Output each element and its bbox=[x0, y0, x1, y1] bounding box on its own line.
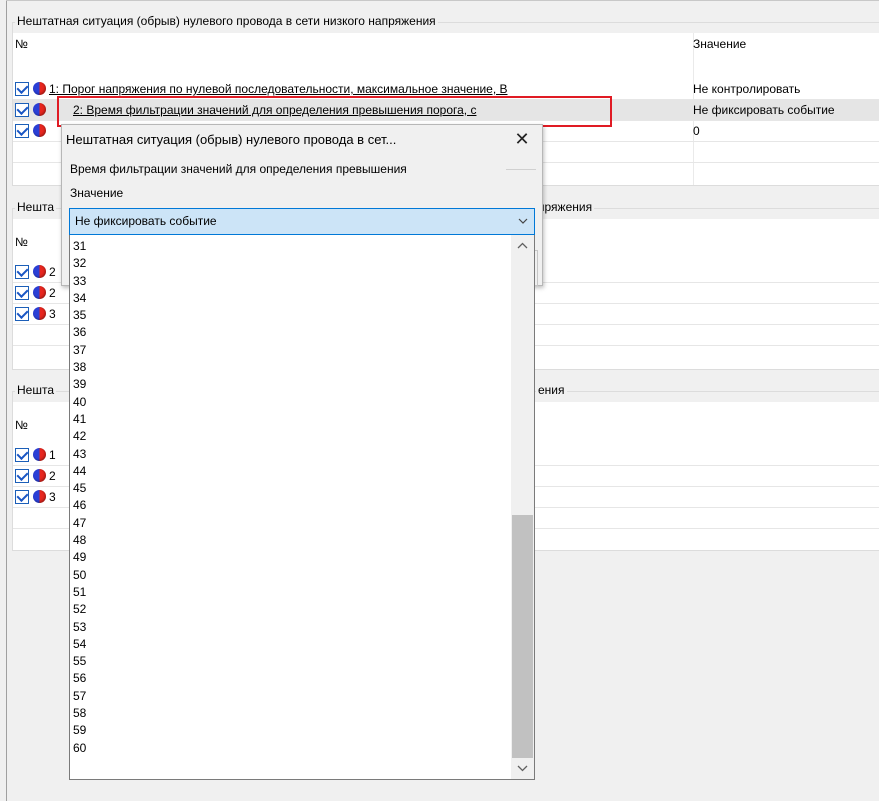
subtitle-divider bbox=[506, 169, 536, 170]
checkbox-checked-icon[interactable] bbox=[15, 265, 29, 279]
dropdown-option[interactable]: 54 bbox=[70, 636, 86, 653]
red-blue-ball-icon bbox=[33, 103, 46, 116]
selected-value: Не фиксировать событие bbox=[75, 214, 217, 228]
dropdown-option[interactable]: 42 bbox=[70, 428, 86, 445]
panel-title-end: ения bbox=[536, 383, 567, 397]
dropdown-option[interactable]: 37 bbox=[70, 342, 86, 359]
scrollbar[interactable] bbox=[511, 235, 534, 779]
dropdown-option[interactable]: 55 bbox=[70, 653, 86, 670]
red-blue-ball-icon bbox=[33, 469, 46, 482]
checkbox-checked-icon[interactable] bbox=[15, 307, 29, 321]
row-label[interactable]: 3 bbox=[49, 307, 56, 321]
red-blue-ball-icon bbox=[33, 124, 46, 137]
checkbox-checked-icon[interactable] bbox=[15, 469, 29, 483]
dropdown-option[interactable]: 50 bbox=[70, 567, 86, 584]
row-label[interactable]: 1 bbox=[49, 448, 56, 462]
dropdown-option[interactable]: 46 bbox=[70, 497, 86, 514]
red-blue-ball-icon bbox=[33, 307, 46, 320]
dropdown-option[interactable]: 31 bbox=[70, 238, 86, 255]
col-header-number: № bbox=[15, 235, 28, 249]
window-top-border bbox=[6, 0, 879, 1]
scroll-up-icon[interactable] bbox=[511, 237, 534, 255]
chevron-down-icon[interactable] bbox=[516, 212, 530, 230]
dropdown-option[interactable]: 48 bbox=[70, 532, 86, 549]
red-blue-ball-icon bbox=[33, 286, 46, 299]
dropdown-option[interactable]: 40 bbox=[70, 394, 86, 411]
checkbox-checked-icon[interactable] bbox=[15, 103, 29, 117]
popup-subtitle: Время фильтрации значений для определени… bbox=[70, 162, 407, 176]
dropdown-option[interactable]: 45 bbox=[70, 480, 86, 497]
red-blue-ball-icon bbox=[33, 265, 46, 278]
dropdown-option[interactable]: 36 bbox=[70, 324, 86, 341]
popup-title: Нештатная ситуация (обрыв) нулевого пров… bbox=[66, 132, 397, 147]
checkbox-checked-icon[interactable] bbox=[15, 286, 29, 300]
window-left-border bbox=[6, 0, 7, 801]
col-header-number: № bbox=[15, 37, 28, 51]
checkbox-checked-icon[interactable] bbox=[15, 124, 29, 138]
dropdown-option[interactable]: 33 bbox=[70, 273, 86, 290]
checkbox-checked-icon[interactable] bbox=[15, 82, 29, 96]
close-icon[interactable]: ✕ bbox=[510, 127, 534, 151]
col-header-value: Значение bbox=[693, 37, 747, 51]
dropdown-option[interactable]: 57 bbox=[70, 688, 86, 705]
options-dropdown[interactable]: 31 32 33 34 35 36 37 38 39 40 41 42 43 44 45 46 47 48 49 50… bbox=[69, 235, 535, 780]
scroll-thumb[interactable] bbox=[512, 515, 533, 758]
dropdown-option[interactable]: 59 bbox=[70, 722, 86, 739]
dropdown-option[interactable]: 53 bbox=[70, 619, 86, 636]
dropdown-option[interactable]: 52 bbox=[70, 601, 86, 618]
row-label[interactable]: 2 bbox=[49, 469, 56, 483]
checkbox-checked-icon[interactable] bbox=[15, 448, 29, 462]
dropdown-option[interactable]: 38 bbox=[70, 359, 86, 376]
scroll-down-icon[interactable] bbox=[511, 759, 534, 777]
dropdown-option[interactable]: 51 bbox=[70, 584, 86, 601]
row-label[interactable]: 2 bbox=[49, 286, 56, 300]
dropdown-option[interactable]: 60 bbox=[70, 740, 86, 757]
dropdown-option[interactable]: 44 bbox=[70, 463, 86, 480]
red-blue-ball-icon bbox=[33, 490, 46, 503]
dropdown-option[interactable]: 43 bbox=[70, 446, 86, 463]
panel-title: Нешта bbox=[15, 383, 57, 397]
row-label[interactable]: 2 bbox=[49, 265, 56, 279]
panel-title: Нештатная ситуация (обрыв) нулевого пров… bbox=[15, 14, 438, 28]
row-label[interactable]: 3 bbox=[49, 490, 56, 504]
row-label[interactable]: 1: Порог напряжения по нулевой последова… bbox=[49, 82, 508, 96]
panel-title-end: пряжения bbox=[536, 200, 595, 214]
row-value[interactable]: 0 bbox=[693, 124, 700, 138]
row-value[interactable]: Не фиксировать событие bbox=[693, 103, 835, 117]
dropdown-option[interactable]: 39 bbox=[70, 376, 86, 393]
dropdown-option[interactable]: 32 bbox=[70, 255, 86, 272]
dropdown-option[interactable]: 49 bbox=[70, 549, 86, 566]
selected-row-highlight bbox=[57, 96, 612, 127]
dropdown-option[interactable]: 47 bbox=[70, 515, 86, 532]
checkbox-checked-icon[interactable] bbox=[15, 490, 29, 504]
value-select[interactable]: Не фиксировать событие bbox=[69, 208, 535, 235]
row-value[interactable]: Не контролировать bbox=[693, 82, 800, 96]
panel-title: Нешта bbox=[15, 200, 57, 214]
dropdown-option[interactable]: 58 bbox=[70, 705, 86, 722]
red-blue-ball-icon bbox=[33, 448, 46, 461]
dropdown-option[interactable]: 34 bbox=[70, 290, 86, 307]
dropdown-option[interactable]: 41 bbox=[70, 411, 86, 428]
field-label: Значение bbox=[70, 186, 124, 200]
red-blue-ball-icon bbox=[33, 82, 46, 95]
dropdown-option[interactable]: 35 bbox=[70, 307, 86, 324]
col-header-number: № bbox=[15, 418, 28, 432]
options-list: 31 32 33 34 35 36 37 38 39 40 41 42 43 44 45 46 47 48 49 50… bbox=[70, 238, 86, 757]
dropdown-option[interactable]: 56 bbox=[70, 670, 86, 687]
